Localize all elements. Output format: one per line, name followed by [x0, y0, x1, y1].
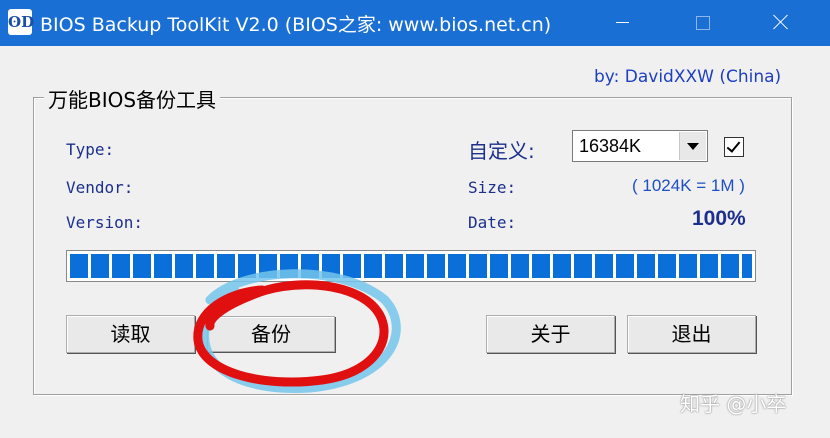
exit-button[interactable]: 退出	[627, 315, 756, 353]
chevron-down-icon[interactable]	[679, 132, 706, 160]
backup-button[interactable]: 备份	[207, 316, 335, 352]
groupbox-title: 万能BIOS备份工具	[44, 84, 221, 113]
progress-percent: 100%	[692, 207, 746, 230]
window-title: BIOS Backup ToolKit V2.0 (BIOS之家: www.bi…	[40, 14, 552, 36]
close-button[interactable]	[752, 0, 812, 46]
custom-size-label: 自定义:	[468, 139, 535, 163]
size-unit-note: ( 1024K = 1M )	[632, 176, 745, 195]
custom-size-checkbox[interactable]	[724, 137, 744, 157]
version-label: Version:	[66, 213, 144, 232]
app-icon: ʘD	[8, 9, 34, 35]
progress-fill	[70, 254, 752, 278]
progress-bar	[66, 250, 756, 282]
type-label: Type:	[66, 140, 115, 159]
date-label: Date:	[468, 213, 517, 232]
author-credit: by: DavidXXW (China)	[594, 67, 782, 87]
title-bar: ʘD BIOS Backup ToolKit V2.0 (BIOS之家: www…	[0, 0, 830, 46]
read-button[interactable]: 读取	[66, 315, 195, 353]
watermark: 知乎 @小卒	[680, 392, 787, 416]
maximize-button[interactable]	[672, 0, 732, 46]
size-label: Size:	[468, 178, 517, 197]
vendor-label: Vendor:	[66, 178, 134, 197]
size-dropdown[interactable]: 16384K	[572, 130, 708, 162]
about-button[interactable]: 关于	[486, 315, 615, 353]
size-dropdown-value: 16384K	[579, 136, 642, 156]
minimize-button[interactable]	[592, 0, 652, 46]
